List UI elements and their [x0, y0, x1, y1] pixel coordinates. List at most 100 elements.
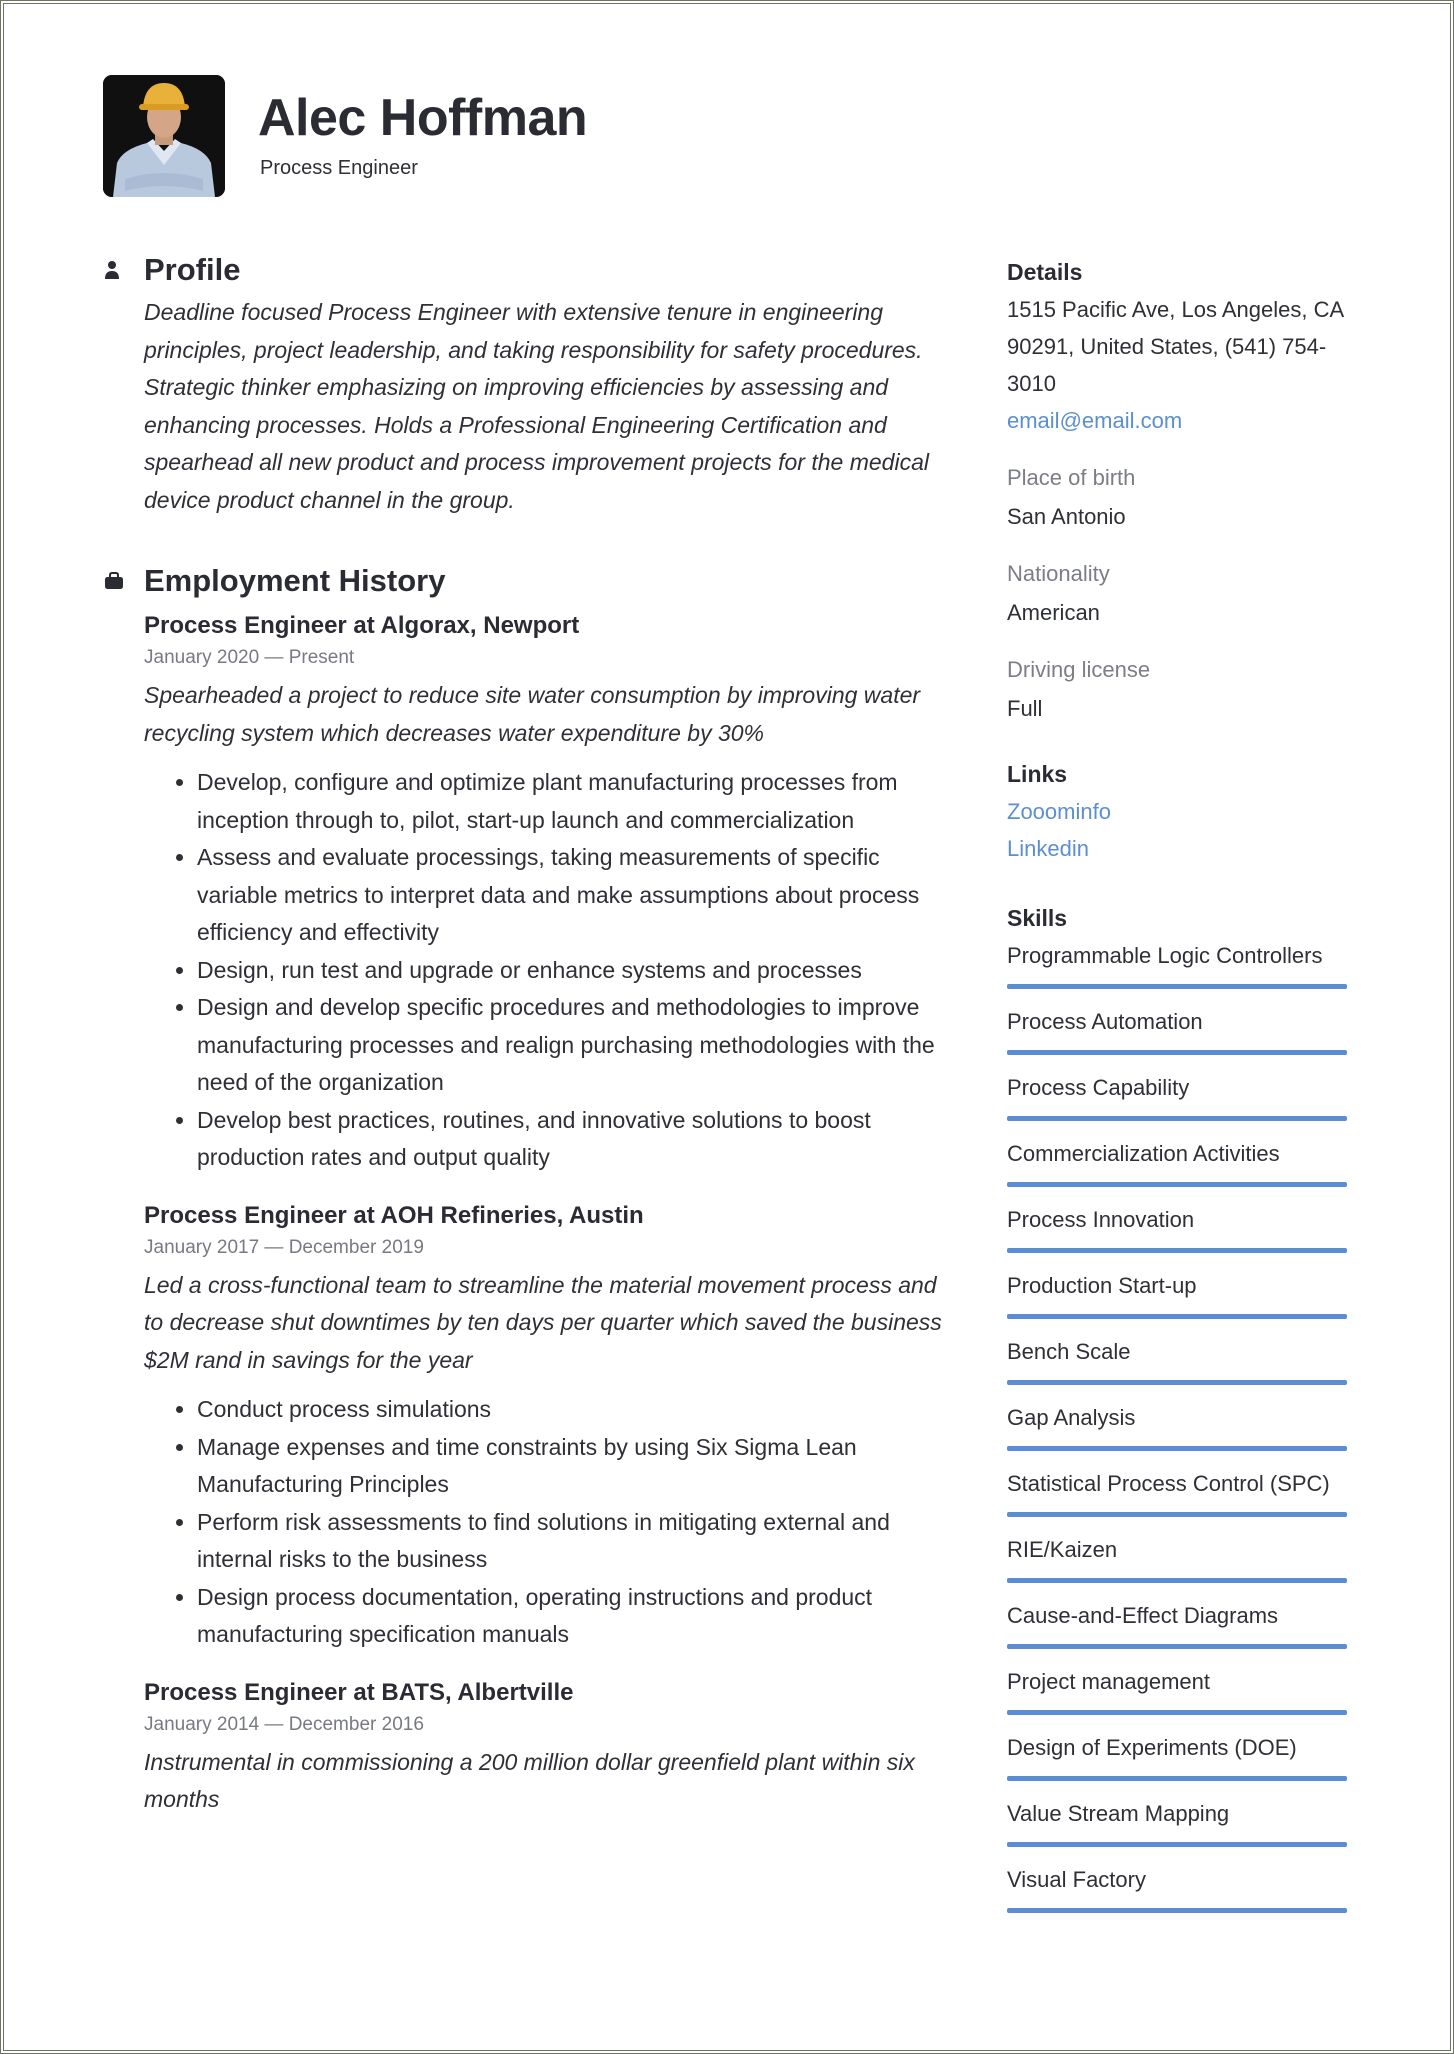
skill-item: Gap Analysis: [1007, 1399, 1352, 1451]
skill-level-fill: [1007, 1380, 1347, 1385]
candidate-title: Process Engineer: [260, 157, 418, 179]
skill-level-bar: [1007, 1908, 1347, 1913]
skill-level-bar: [1007, 1116, 1347, 1121]
skill-item: Process Automation: [1007, 1003, 1352, 1055]
place-of-birth-label: Place of birth: [1007, 465, 1136, 490]
skill-item: Bench Scale: [1007, 1333, 1352, 1385]
job-entry: Process Engineer at BATS, Albertville Jan…: [144, 1676, 954, 1819]
skill-level-bar: [1007, 1776, 1347, 1781]
skill-name: Statistical Process Control (SPC): [1007, 1471, 1330, 1496]
job-title: Process Engineer at Algorax, Newport: [144, 612, 580, 639]
skill-item: Design of Experiments (DOE): [1007, 1729, 1352, 1781]
briefcase-icon: [104, 561, 144, 601]
skill-level-fill: [1007, 1512, 1347, 1517]
skill-level-fill: [1007, 1710, 1347, 1715]
skill-name: Cause-and-Effect Diagrams: [1007, 1603, 1279, 1628]
driving-license-value: Full: [1007, 696, 1043, 721]
profile-heading-row: Profile: [104, 250, 954, 290]
driving-license-label: Driving license: [1007, 657, 1151, 682]
skill-name: Design of Experiments (DOE): [1007, 1735, 1297, 1760]
skill-name: Project management: [1007, 1669, 1210, 1694]
job-dates: January 2014 — December 2016: [144, 1713, 424, 1735]
skill-name: Value Stream Mapping: [1007, 1801, 1230, 1826]
skill-level-fill: [1007, 1314, 1347, 1319]
skill-level-fill: [1007, 1182, 1347, 1187]
skill-level-bar: [1007, 1182, 1347, 1187]
job-summary: Led a cross-functional team to streamlin…: [144, 1271, 942, 1373]
avatar-image: [103, 75, 225, 197]
job-responsibilities: Develop, configure and optimize plant ma…: [144, 764, 954, 1177]
skill-item: Production Start-up: [1007, 1267, 1352, 1319]
skill-item: Programmable Logic Controllers: [1007, 937, 1352, 989]
responsibility-item: Assess and evaluate processings, taking …: [197, 839, 954, 952]
responsibility-item: Design, run test and upgrade or enhance …: [197, 952, 954, 990]
candidate-name: Alec Hoffman: [258, 89, 588, 147]
responsibility-item: Conduct process simulations: [197, 1391, 954, 1429]
skill-level-fill: [1007, 1446, 1347, 1451]
skill-level-bar: [1007, 1710, 1347, 1715]
skill-item: Process Capability: [1007, 1069, 1352, 1121]
skill-level-fill: [1007, 1776, 1347, 1781]
responsibility-item: Design and develop specific procedures a…: [197, 989, 954, 1102]
skill-level-bar: [1007, 1248, 1347, 1253]
sidebar: Details 1515 Pacific Ave, Los Angeles, C…: [1007, 255, 1352, 1927]
skill-name: Process Capability: [1007, 1075, 1190, 1100]
skill-level-fill: [1007, 1578, 1347, 1583]
skill-level-bar: [1007, 984, 1347, 989]
skills-heading: Skills: [1007, 905, 1068, 931]
skill-item: Visual Factory: [1007, 1861, 1352, 1913]
responsibility-item: Design process documentation, operating …: [197, 1579, 954, 1654]
link-zoominfo[interactable]: Zooominfo: [1007, 793, 1352, 830]
avatar-photo: [103, 75, 225, 197]
job-dates: January 2020 — Present: [144, 647, 355, 668]
job-entry: Process Engineer at Algorax, Newport Janu…: [144, 609, 954, 1177]
skill-level-fill: [1007, 1842, 1347, 1847]
skill-level-fill: [1007, 984, 1347, 989]
place-of-birth-value: San Antonio: [1007, 504, 1126, 529]
skill-item: Project management: [1007, 1663, 1352, 1715]
responsibility-item: Manage expenses and time constraints by …: [197, 1429, 954, 1504]
skill-level-fill: [1007, 1644, 1347, 1649]
skill-name: Commercialization Activities: [1007, 1141, 1280, 1166]
job-summary: Spearheaded a project to reduce site wat…: [144, 682, 921, 746]
skill-item: Commercialization Activities: [1007, 1135, 1352, 1187]
skill-level-fill: [1007, 1116, 1347, 1121]
skill-level-fill: [1007, 1050, 1347, 1055]
job-title: Process Engineer at BATS, Albertville: [144, 1678, 574, 1706]
job-title: Process Engineer at AOH Refineries, Aust…: [144, 1201, 644, 1229]
skill-name: Visual Factory: [1007, 1867, 1146, 1892]
job-list: Process Engineer at Algorax, Newport Janu…: [104, 609, 954, 1819]
skill-level-bar: [1007, 1446, 1347, 1451]
responsibility-item: Perform risk assessments to find solutio…: [197, 1504, 954, 1579]
profile-heading: Profile: [144, 252, 241, 287]
details-heading: Details: [1007, 259, 1083, 285]
skill-level-bar: [1007, 1512, 1347, 1517]
responsibility-item: Develop best practices, routines, and in…: [197, 1102, 954, 1177]
links-heading: Links: [1007, 761, 1068, 787]
job-dates: January 2017 — December 2019: [144, 1236, 424, 1258]
skill-name: Programmable Logic Controllers: [1007, 943, 1323, 968]
skill-level-bar: [1007, 1314, 1347, 1319]
skill-level-bar: [1007, 1578, 1347, 1583]
link-linkedin[interactable]: Linkedin: [1007, 830, 1352, 867]
skill-name: Process Automation: [1007, 1009, 1203, 1034]
skill-item: RIE/Kaizen: [1007, 1531, 1352, 1583]
skill-level-bar: [1007, 1644, 1347, 1649]
profile-section: Profile Deadline focused Process Enginee…: [104, 250, 954, 519]
person-icon: [104, 250, 144, 290]
skill-item: Process Innovation: [1007, 1201, 1352, 1253]
employment-section: Employment History Process Engineer at A…: [104, 561, 954, 1819]
email-link[interactable]: email@email.com: [1007, 402, 1352, 439]
profile-summary: Deadline focused Process Engineer with e…: [144, 299, 929, 513]
skill-item: Value Stream Mapping: [1007, 1795, 1352, 1847]
skill-level-bar: [1007, 1050, 1347, 1055]
nationality-label: Nationality: [1007, 561, 1110, 586]
skill-name: Process Innovation: [1007, 1207, 1195, 1232]
employment-heading: Employment History: [144, 563, 446, 598]
job-summary: Instrumental in commissioning a 200 mill…: [144, 1748, 915, 1813]
skill-name: Gap Analysis: [1007, 1405, 1136, 1430]
employment-heading-row: Employment History: [104, 561, 954, 601]
skill-name: Bench Scale: [1007, 1339, 1131, 1364]
job-entry: Process Engineer at AOH Refineries, Aust…: [144, 1199, 954, 1654]
skill-level-bar: [1007, 1380, 1347, 1385]
